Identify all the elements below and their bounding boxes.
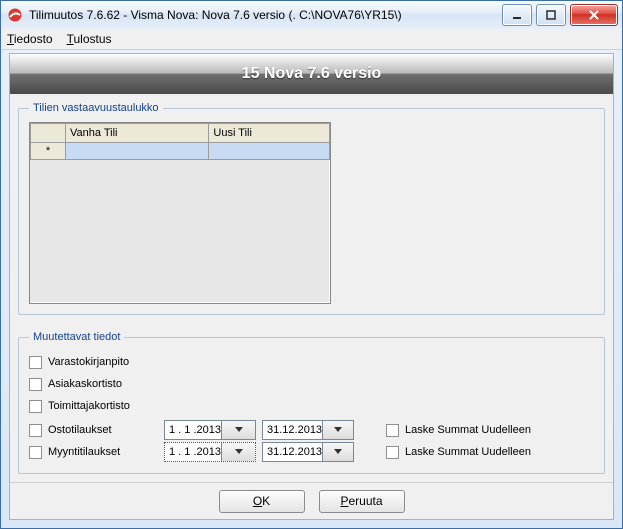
chk-sales-orders[interactable] (29, 446, 42, 459)
lbl-customers: Asiakaskortisto (48, 378, 158, 390)
date-so-to-value: 31.12.2013 (267, 446, 322, 458)
date-so-from[interactable]: 1 . 1 .2013 (164, 442, 256, 462)
grid-col-old[interactable]: Vanha Tili (66, 124, 209, 143)
lbl-sales-orders: Myyntitilaukset (48, 446, 158, 458)
chevron-down-icon[interactable] (221, 443, 255, 461)
dialog-footer: OK Peruuta (10, 482, 613, 519)
titlebar: Tilimuutos 7.6.62 - Visma Nova: Nova 7.6… (1, 1, 622, 29)
app-icon (7, 7, 23, 23)
banner-text: 15 Nova 7.6 versio (242, 65, 382, 83)
lbl-stock: Varastokirjanpito (48, 356, 158, 368)
application-window: Tilimuutos 7.6.62 - Visma Nova: Nova 7.6… (0, 0, 623, 529)
lbl-suppliers: Toimittajakortisto (48, 400, 158, 412)
maximize-button[interactable] (536, 4, 566, 26)
date-po-to-value: 31.12.2013 (267, 424, 322, 436)
grid-col-new[interactable]: Uusi Tili (209, 124, 330, 143)
menubar: Tiedosto Tulostus (1, 29, 622, 50)
date-po-from-value: 1 . 1 .2013 (169, 424, 221, 436)
grid-cell-new[interactable] (209, 143, 330, 160)
chevron-down-icon[interactable] (221, 421, 255, 439)
menu-file[interactable]: Tiedosto (7, 32, 53, 46)
account-mapping-grid[interactable]: Vanha Tili Uusi Tili * (29, 122, 331, 304)
client-area: 15 Nova 7.6 versio Tilien vastaavuustaul… (9, 53, 614, 520)
chk-customers[interactable] (29, 378, 42, 391)
date-po-to[interactable]: 31.12.2013 (262, 420, 354, 440)
ok-button[interactable]: OK (219, 490, 305, 513)
page-banner: 15 Nova 7.6 versio (10, 54, 613, 94)
lbl-recalc-po: Laske Summat Uudelleen (405, 424, 531, 436)
grid-corner (31, 124, 66, 143)
chk-purchase-orders[interactable] (29, 424, 42, 437)
chk-stock[interactable] (29, 356, 42, 369)
date-po-from[interactable]: 1 . 1 .2013 (164, 420, 256, 440)
chk-recalc-po[interactable] (386, 424, 399, 437)
lbl-recalc-so: Laske Summat Uudelleen (405, 446, 531, 458)
form-body: Tilien vastaavuustaulukko Vanha Tili Uus… (10, 94, 613, 482)
account-mapping-group: Tilien vastaavuustaulukko Vanha Tili Uus… (18, 102, 605, 315)
cancel-button[interactable]: Peruuta (319, 490, 405, 513)
account-mapping-legend: Tilien vastaavuustaulukko (29, 102, 163, 114)
menu-print[interactable]: Tulostus (67, 32, 112, 46)
minimize-button[interactable] (502, 4, 532, 26)
change-data-legend: Muutettavat tiedot (29, 331, 124, 343)
date-so-from-value: 1 . 1 .2013 (169, 446, 221, 458)
date-so-to[interactable]: 31.12.2013 (262, 442, 354, 462)
chk-recalc-so[interactable] (386, 446, 399, 459)
chk-suppliers[interactable] (29, 400, 42, 413)
chevron-down-icon[interactable] (322, 443, 353, 461)
window-title: Tilimuutos 7.6.62 - Visma Nova: Nova 7.6… (29, 8, 498, 22)
change-data-group: Muutettavat tiedot Varastokirjanpito Asi… (18, 331, 605, 474)
window-controls (498, 4, 618, 26)
lbl-purchase-orders: Ostotilaukset (48, 424, 158, 436)
close-button[interactable] (570, 4, 618, 26)
grid-cell-old[interactable] (66, 143, 209, 160)
chevron-down-icon[interactable] (322, 421, 353, 439)
grid-new-row-marker: * (31, 143, 66, 160)
